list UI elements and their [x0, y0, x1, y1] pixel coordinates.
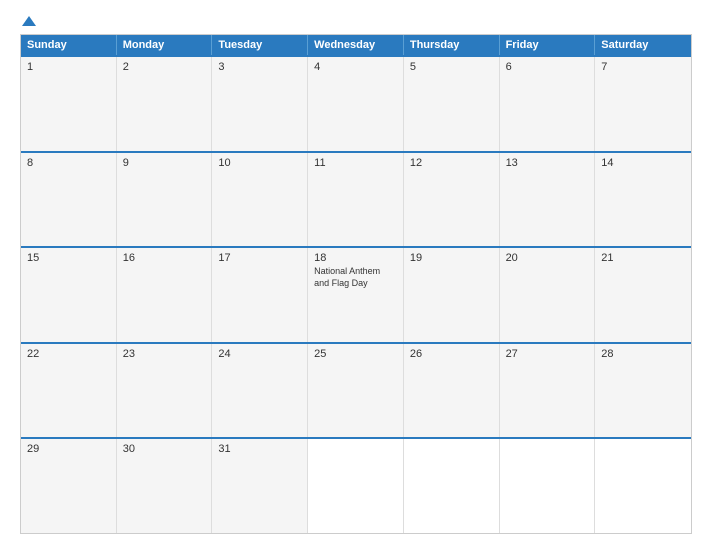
day-number: 22 [27, 348, 110, 360]
calendar-cell: 15 [21, 248, 117, 342]
calendar-cell: 19 [404, 248, 500, 342]
logo [20, 16, 36, 26]
day-number: 27 [506, 348, 589, 360]
day-number: 15 [27, 252, 110, 264]
day-header-friday: Friday [500, 35, 596, 55]
calendar-cell: 12 [404, 153, 500, 247]
day-number: 2 [123, 61, 206, 73]
day-number: 16 [123, 252, 206, 264]
day-number: 26 [410, 348, 493, 360]
day-number: 11 [314, 157, 397, 169]
calendar-cell: 13 [500, 153, 596, 247]
calendar-cell: 30 [117, 439, 213, 533]
calendar-cell: 3 [212, 57, 308, 151]
calendar-header: SundayMondayTuesdayWednesdayThursdayFrid… [21, 35, 691, 55]
calendar-cell: 9 [117, 153, 213, 247]
calendar-event: National Anthem and Flag Day [314, 266, 397, 289]
calendar-cell: 14 [595, 153, 691, 247]
calendar-cell: 2 [117, 57, 213, 151]
day-header-wednesday: Wednesday [308, 35, 404, 55]
calendar-cell: 8 [21, 153, 117, 247]
calendar-cell: 5 [404, 57, 500, 151]
day-header-thursday: Thursday [404, 35, 500, 55]
day-number: 19 [410, 252, 493, 264]
day-number: 31 [218, 443, 301, 455]
calendar-cell: 6 [500, 57, 596, 151]
day-header-monday: Monday [117, 35, 213, 55]
day-header-tuesday: Tuesday [212, 35, 308, 55]
calendar-cell: 22 [21, 344, 117, 438]
day-number: 7 [601, 61, 685, 73]
day-number: 25 [314, 348, 397, 360]
day-number: 20 [506, 252, 589, 264]
calendar-cell [308, 439, 404, 533]
day-number: 3 [218, 61, 301, 73]
day-number: 12 [410, 157, 493, 169]
day-number: 23 [123, 348, 206, 360]
day-number: 6 [506, 61, 589, 73]
day-number: 10 [218, 157, 301, 169]
day-number: 8 [27, 157, 110, 169]
calendar-cell: 16 [117, 248, 213, 342]
calendar-cell: 29 [21, 439, 117, 533]
calendar-cell: 26 [404, 344, 500, 438]
calendar-cell: 7 [595, 57, 691, 151]
logo-triangle-icon [22, 16, 36, 26]
calendar-week-4: 22 23 24 25 26 27 28 [21, 342, 691, 438]
calendar: SundayMondayTuesdayWednesdayThursdayFrid… [20, 34, 692, 534]
calendar-cell: 25 [308, 344, 404, 438]
day-number: 30 [123, 443, 206, 455]
calendar-cell: 17 [212, 248, 308, 342]
day-number: 29 [27, 443, 110, 455]
day-number: 9 [123, 157, 206, 169]
calendar-cell: 4 [308, 57, 404, 151]
calendar-week-1: 1234567 [21, 55, 691, 151]
calendar-cell: 18 National Anthem and Flag Day [308, 248, 404, 342]
calendar-page: SundayMondayTuesdayWednesdayThursdayFrid… [0, 0, 712, 550]
calendar-cell: 10 [212, 153, 308, 247]
day-number: 17 [218, 252, 301, 264]
day-header-sunday: Sunday [21, 35, 117, 55]
day-number: 24 [218, 348, 301, 360]
calendar-body: 123456789101112131415161718National Anth… [21, 55, 691, 533]
calendar-cell [595, 439, 691, 533]
day-number: 5 [410, 61, 493, 73]
calendar-cell: 11 [308, 153, 404, 247]
day-number: 28 [601, 348, 685, 360]
calendar-week-5: 29 30 31 [21, 437, 691, 533]
day-number: 1 [27, 61, 110, 73]
day-number: 18 [314, 252, 397, 264]
calendar-cell: 1 [21, 57, 117, 151]
calendar-week-2: 8 9 10 11 12 13 14 [21, 151, 691, 247]
page-header [20, 16, 692, 26]
calendar-week-3: 15 16 17 18 National Anthem and Flag Day 19 20… [21, 246, 691, 342]
calendar-cell: 20 [500, 248, 596, 342]
calendar-cell: 27 [500, 344, 596, 438]
calendar-cell: 24 [212, 344, 308, 438]
calendar-cell [404, 439, 500, 533]
calendar-cell: 23 [117, 344, 213, 438]
calendar-cell: 21 [595, 248, 691, 342]
day-number: 14 [601, 157, 685, 169]
calendar-cell: 31 [212, 439, 308, 533]
calendar-cell [500, 439, 596, 533]
day-number: 13 [506, 157, 589, 169]
day-number: 4 [314, 61, 397, 73]
calendar-cell: 28 [595, 344, 691, 438]
day-number: 21 [601, 252, 685, 264]
day-header-saturday: Saturday [595, 35, 691, 55]
